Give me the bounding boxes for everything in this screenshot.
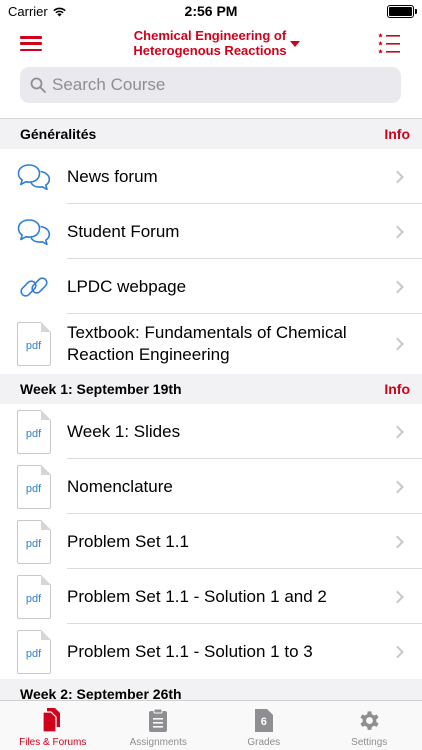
search-icon bbox=[30, 77, 46, 93]
section-info-button[interactable]: Info bbox=[384, 381, 410, 397]
course-title[interactable]: Chemical Engineering of Heterogenous Rea… bbox=[110, 28, 310, 58]
list-item-student-forum[interactable]: Student Forum bbox=[0, 204, 422, 259]
grades-badge: 6 bbox=[260, 716, 267, 728]
list-item-textbook[interactable]: pdf Textbook: Fundamentals of Chemical R… bbox=[0, 314, 422, 374]
list-item-lpdc-webpage[interactable]: LPDC webpage bbox=[0, 259, 422, 314]
list-item-problem-set-solution-1-3[interactable]: pdf Problem Set 1.1 - Solution 1 to 3 bbox=[0, 624, 422, 679]
section-title: Généralités bbox=[20, 126, 97, 142]
section-header-generalites: Généralités Info bbox=[0, 119, 422, 149]
section-title: Week 2: September 26th bbox=[20, 686, 182, 700]
item-label: Student Forum bbox=[67, 221, 180, 241]
forum-icon bbox=[17, 163, 50, 190]
chevron-down-icon[interactable] bbox=[290, 41, 300, 47]
tab-label: Assignments bbox=[129, 737, 187, 748]
item-label: Textbook: Fundamentals of Chemical React… bbox=[67, 323, 347, 364]
tab-bar: Files & Forums Assignments 6 Grades Sett… bbox=[0, 700, 422, 750]
course-content-list[interactable]: Généralités Info News forum Student Foru… bbox=[0, 118, 422, 700]
forum-icon bbox=[17, 218, 50, 245]
section-info-button[interactable]: Info bbox=[384, 126, 410, 142]
section-header-week-1: Week 1: September 19th Info bbox=[0, 374, 422, 404]
tab-label: Settings bbox=[351, 737, 388, 748]
pdf-icon: pdf bbox=[16, 629, 51, 674]
item-label: Nomenclature bbox=[67, 476, 173, 496]
clock: 2:56 PM bbox=[184, 3, 238, 19]
item-label: LPDC webpage bbox=[67, 276, 187, 296]
tab-files-forums[interactable]: Files & Forums bbox=[0, 701, 106, 750]
item-label: News forum bbox=[67, 166, 158, 186]
section-header-week-2: Week 2: September 26th bbox=[0, 679, 422, 700]
list-item-news-forum[interactable]: News forum bbox=[0, 149, 422, 204]
pdf-icon: pdf bbox=[16, 322, 51, 366]
nav-bar: Chemical Engineering of Heterogenous Rea… bbox=[0, 22, 422, 64]
list-item-problem-set-solution-1-2[interactable]: pdf Problem Set 1.1 - Solution 1 and 2 bbox=[0, 569, 422, 624]
hamburger-menu-icon[interactable] bbox=[20, 36, 42, 51]
item-label: Week 1: Slides bbox=[67, 421, 181, 441]
battery-icon bbox=[387, 5, 417, 18]
pdf-icon: pdf bbox=[16, 574, 51, 619]
clipboard-icon bbox=[149, 708, 168, 732]
item-label: Problem Set 1.1 bbox=[67, 531, 189, 551]
status-bar: Carrier 2:56 PM bbox=[0, 0, 422, 22]
list-item-week1-slides[interactable]: pdf Week 1: Slides bbox=[0, 404, 422, 459]
tab-settings[interactable]: Settings bbox=[317, 701, 422, 750]
search-bar[interactable] bbox=[20, 67, 401, 103]
item-label: Problem Set 1.1 - Solution 1 to 3 bbox=[67, 641, 313, 661]
pdf-icon: pdf bbox=[16, 519, 51, 564]
pdf-icon: pdf bbox=[16, 464, 51, 509]
tab-label: Files & Forums bbox=[19, 737, 87, 748]
tab-grades[interactable]: 6 Grades bbox=[211, 701, 317, 750]
search-input[interactable] bbox=[52, 75, 372, 95]
link-icon bbox=[19, 276, 48, 297]
pdf-icon: pdf bbox=[16, 409, 51, 454]
list-item-nomenclature[interactable]: pdf Nomenclature bbox=[0, 459, 422, 514]
gear-icon bbox=[360, 711, 379, 730]
tab-label: Grades bbox=[247, 737, 281, 748]
item-label: Problem Set 1.1 - Solution 1 and 2 bbox=[67, 586, 327, 606]
files-icon bbox=[42, 708, 60, 733]
list-item-problem-set-1-1[interactable]: pdf Problem Set 1.1 bbox=[0, 514, 422, 569]
section-title: Week 1: September 19th bbox=[20, 381, 182, 397]
tab-assignments[interactable]: Assignments bbox=[106, 701, 212, 750]
starred-list-icon[interactable] bbox=[378, 32, 400, 54]
grades-icon: 6 bbox=[254, 708, 274, 733]
